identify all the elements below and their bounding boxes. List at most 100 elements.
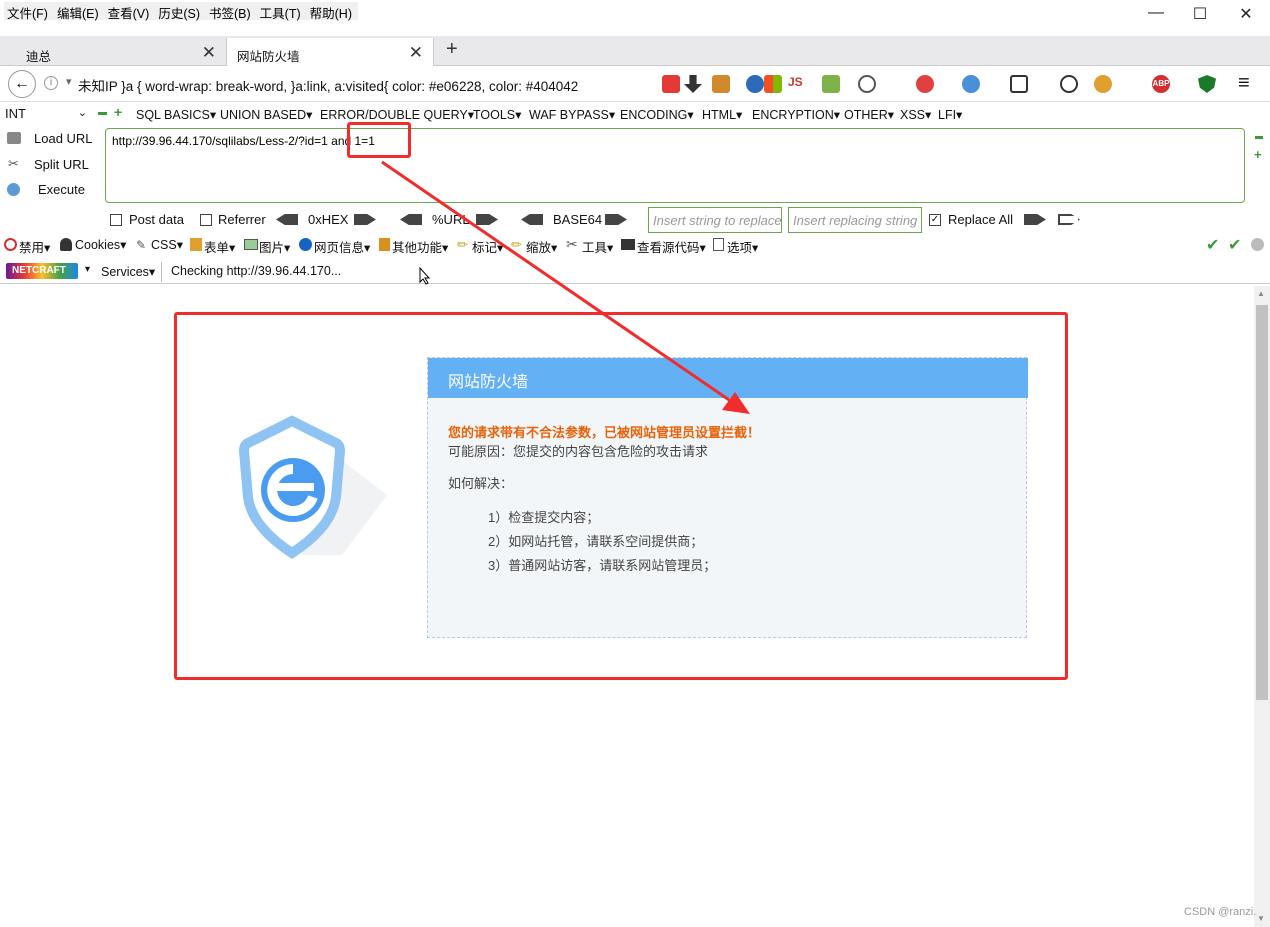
insert-string-input[interactable]: Insert string to replace	[648, 207, 782, 233]
check-icon[interactable]: ✔	[1228, 235, 1241, 255]
cookies-icon	[60, 238, 72, 251]
wd-css[interactable]: CSS▾	[151, 237, 183, 252]
hex-decode-arrow[interactable]	[276, 214, 298, 225]
wd-misc[interactable]: 其他功能▾	[392, 237, 448, 256]
menu-view[interactable]: 查看(V)	[105, 2, 156, 21]
replace-all-checkbox[interactable]: ✓	[929, 214, 941, 226]
shield-extension-icon[interactable]	[712, 75, 730, 93]
menu-html[interactable]: HTML▾	[702, 107, 742, 122]
firewall-reason: 可能原因：您提交的内容包含危险的攻击请求	[448, 444, 709, 459]
replace-next-arrow[interactable]	[1058, 214, 1080, 225]
firewall-shield-logo	[238, 415, 387, 559]
tab-close-icon[interactable]: ✕	[202, 43, 216, 63]
menu-waf-bypass[interactable]: WAF BYPASS▾	[529, 107, 615, 122]
nav-bar: ← i ▾ 未知IP }a { word-wrap: break-word, }…	[0, 66, 1270, 102]
close-window-button[interactable]: ✕	[1226, 4, 1266, 26]
wd-images[interactable]: 图片▾	[259, 237, 290, 256]
copy-icon[interactable]	[1010, 75, 1028, 93]
hex-encode-arrow[interactable]	[354, 214, 376, 225]
zoom-icon[interactable]	[1060, 75, 1078, 93]
info-icon[interactable]: i	[44, 76, 58, 90]
hackbar-url-textarea[interactable]: http://39.96.44.170/sqlilabs/Less-2/?id=…	[105, 128, 1245, 203]
monkey-icon[interactable]	[1094, 75, 1112, 93]
base64-encode-arrow[interactable]	[605, 214, 627, 225]
load-url-button[interactable]: Load URL	[34, 131, 93, 146]
wd-page-info[interactable]: 网页信息▾	[314, 237, 370, 256]
menu-other[interactable]: OTHER▾	[844, 107, 894, 122]
wd-forms[interactable]: 表单▾	[204, 237, 235, 256]
wd-outline[interactable]: 标记▾	[472, 237, 503, 256]
replace-arrow[interactable]	[1024, 214, 1046, 225]
netcraft-services[interactable]: Services▾	[101, 264, 155, 279]
wd-options[interactable]: 选项▾	[727, 237, 758, 256]
divider	[161, 262, 162, 282]
back-button[interactable]: ←	[8, 70, 36, 98]
firewall-step: 1）检查提交内容；	[488, 510, 600, 525]
wd-disable[interactable]: 禁用▾	[19, 237, 50, 256]
menu-encoding[interactable]: ENCODING▾	[620, 107, 694, 122]
chevron-down-icon: ⌄	[77, 107, 87, 119]
tab-close-icon[interactable]: ✕	[409, 43, 423, 63]
plus-icon[interactable]: +	[114, 104, 122, 120]
translate-icon[interactable]	[962, 75, 980, 93]
hamburger-menu-icon[interactable]: ≡	[1238, 72, 1250, 95]
scroll-down-icon[interactable]: ▼	[1257, 914, 1265, 923]
check-icon[interactable]: ✔	[1206, 235, 1219, 255]
maximize-button[interactable]: ☐	[1180, 4, 1220, 26]
menu-edit[interactable]: 编辑(E)	[54, 2, 105, 21]
tab-dizong[interactable]: 迪总 ✕	[0, 38, 226, 66]
menu-help[interactable]: 帮助(H)	[307, 2, 358, 21]
record-icon[interactable]	[916, 75, 934, 93]
palette-icon[interactable]	[858, 75, 876, 93]
referrer-checkbox[interactable]	[200, 214, 212, 226]
image-extension-icon[interactable]	[822, 75, 840, 93]
int-select-value: INT	[5, 106, 26, 121]
split-url-button[interactable]: Split URL	[34, 157, 89, 172]
scroll-up-icon[interactable]: ▲	[1257, 289, 1265, 298]
url-encode-arrow[interactable]	[476, 214, 498, 225]
tab-firewall[interactable]: 网站防火墙 ✕	[226, 38, 434, 66]
address-bar[interactable]: 未知IP }a { word-wrap: break-word, }a:link…	[78, 75, 578, 95]
execute-button[interactable]: Execute	[38, 182, 85, 197]
int-select[interactable]: INT ⌄	[4, 105, 92, 125]
scrollbar-thumb[interactable]	[1256, 305, 1268, 700]
china-flag-icon[interactable]	[662, 75, 680, 93]
shrink-icon[interactable]	[1255, 136, 1263, 139]
menu-sql-basics[interactable]: SQL BASICS▾	[136, 107, 216, 122]
download-icon[interactable]	[684, 75, 702, 93]
menu-union-based[interactable]: UNION BASED▾	[220, 107, 312, 122]
menu-lfi[interactable]: LFI▾	[938, 107, 962, 122]
menu-bookmarks[interactable]: 书签(B)	[206, 2, 257, 21]
url-dropdown-icon[interactable]: ▾	[66, 75, 72, 88]
minimize-button[interactable]: —	[1136, 4, 1176, 26]
expand-icon[interactable]: +	[1254, 147, 1262, 162]
minus-icon[interactable]	[98, 112, 107, 115]
js-extension-icon[interactable]: JS	[788, 75, 806, 93]
menu-error-double-query[interactable]: ERROR/DOUBLE QUERY▾	[320, 107, 474, 122]
netcraft-logo[interactable]: NETCRAFT	[6, 263, 78, 279]
firewall-howto: 如何解决：	[448, 476, 514, 491]
wd-resize[interactable]: 缩放▾	[526, 237, 557, 256]
wd-cookies[interactable]: Cookies▾	[75, 237, 126, 252]
windows-extension-icon[interactable]	[764, 75, 782, 93]
replacing-string-input[interactable]: Insert replacing string	[788, 207, 922, 233]
status-circle-icon[interactable]	[1251, 238, 1264, 251]
adblock-icon[interactable]: ABP	[1152, 75, 1170, 93]
base64-decode-arrow[interactable]	[521, 214, 543, 225]
netcraft-toolbar: NETCRAFT ▾ Services▾ Checking http://39.…	[0, 260, 1270, 284]
menu-tools[interactable]: 工具(T)	[257, 2, 307, 21]
wd-view-source[interactable]: 查看源代码▾	[637, 237, 706, 256]
url-decode-arrow[interactable]	[400, 214, 422, 225]
globe-extension-icon[interactable]	[746, 75, 764, 93]
menu-history[interactable]: 历史(S)	[155, 2, 206, 21]
menu-tools[interactable]: TOOLS▾	[473, 107, 521, 122]
menu-xss[interactable]: XSS▾	[900, 107, 931, 122]
post-data-checkbox[interactable]	[110, 214, 122, 226]
netcraft-dropdown-icon[interactable]: ▾	[85, 264, 90, 275]
hackbar-menu-row: INT ⌄ + SQL BASICS▾ UNION BASED▾ ERROR/D…	[0, 103, 1270, 127]
menu-encryption[interactable]: ENCRYPTION▾	[752, 107, 840, 122]
wd-tools[interactable]: 工具▾	[582, 237, 613, 256]
security-shield-icon[interactable]	[1198, 75, 1216, 93]
menu-file[interactable]: 文件(F)	[4, 2, 54, 21]
new-tab-button[interactable]: +	[446, 38, 458, 61]
